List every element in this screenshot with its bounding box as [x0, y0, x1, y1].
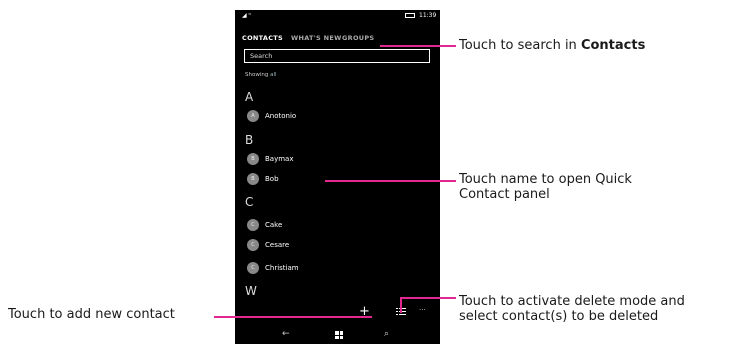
status-bar: ◢ ⁿ 11:39 [235, 10, 440, 22]
tab-whats-new[interactable]: WHAT'S NEW [291, 34, 342, 42]
callout-line-quick [325, 180, 456, 182]
showing-label: Showing [245, 72, 269, 78]
callout-line-add [214, 316, 372, 318]
avatar: B [247, 153, 259, 165]
search-input[interactable]: Search [244, 49, 430, 63]
callout-line-search [380, 45, 456, 47]
callout-line-delete-drop [400, 297, 402, 313]
section-letter-b[interactable]: B [245, 133, 253, 147]
callout-line-delete [400, 297, 456, 299]
windows-icon[interactable] [335, 331, 343, 339]
showing-value[interactable]: all [270, 72, 276, 78]
callout-delete-mode: Touch to activate delete mode and select… [459, 294, 685, 324]
callout-quick-contact: Touch name to open Quick Contact panel [459, 172, 632, 202]
callout-quick-line2: Contact panel [459, 187, 550, 202]
callout-quick-line1: Touch name to open Quick [459, 172, 632, 187]
callout-add-contact: Touch to add new contact [8, 307, 175, 322]
signal-icon: ◢ ⁿ [242, 12, 251, 19]
avatar: C [247, 219, 259, 231]
contact-name[interactable]: Cesare [265, 241, 289, 249]
section-letter-w[interactable]: W [245, 284, 257, 298]
contact-name[interactable]: Cake [265, 221, 282, 229]
more-icon[interactable]: ... [419, 304, 426, 312]
section-letter-c[interactable]: C [245, 195, 253, 209]
contact-name[interactable]: Baymax [265, 155, 294, 163]
section-letter-a[interactable]: A [245, 90, 253, 104]
avatar: C [247, 262, 259, 274]
navigation-bar: ← ⌕ [235, 326, 440, 344]
back-icon[interactable]: ← [282, 329, 290, 339]
tab-contacts[interactable]: CONTACTS [242, 34, 283, 42]
battery-icon [405, 13, 415, 18]
callout-search-bold: Contacts [580, 38, 646, 53]
contact-name[interactable]: Christiam [265, 264, 299, 272]
pivot-tabs: CONTACTS WHAT'S NEW GROUPS [242, 34, 437, 44]
avatar: B [247, 173, 259, 185]
avatar: A [247, 110, 259, 122]
phone-screen: ◢ ⁿ 11:39 CONTACTS WHAT'S NEW GROUPS Sea… [235, 10, 440, 344]
search-icon[interactable]: ⌕ [384, 329, 389, 339]
contact-name[interactable]: Anotonio [265, 112, 296, 120]
showing-filter[interactable]: Showing all [245, 72, 277, 78]
status-time: 11:39 [419, 12, 437, 19]
callout-search-text: Touch to search in [459, 38, 581, 53]
callout-delete-line2: select contact(s) to be deleted [459, 309, 659, 324]
callout-search: Touch to search in Contacts [459, 38, 645, 53]
callout-delete-line1: Touch to activate delete mode and [459, 294, 685, 309]
tab-groups[interactable]: GROUPS [342, 34, 374, 42]
avatar: C [247, 239, 259, 251]
contact-name[interactable]: Bob [265, 175, 279, 183]
